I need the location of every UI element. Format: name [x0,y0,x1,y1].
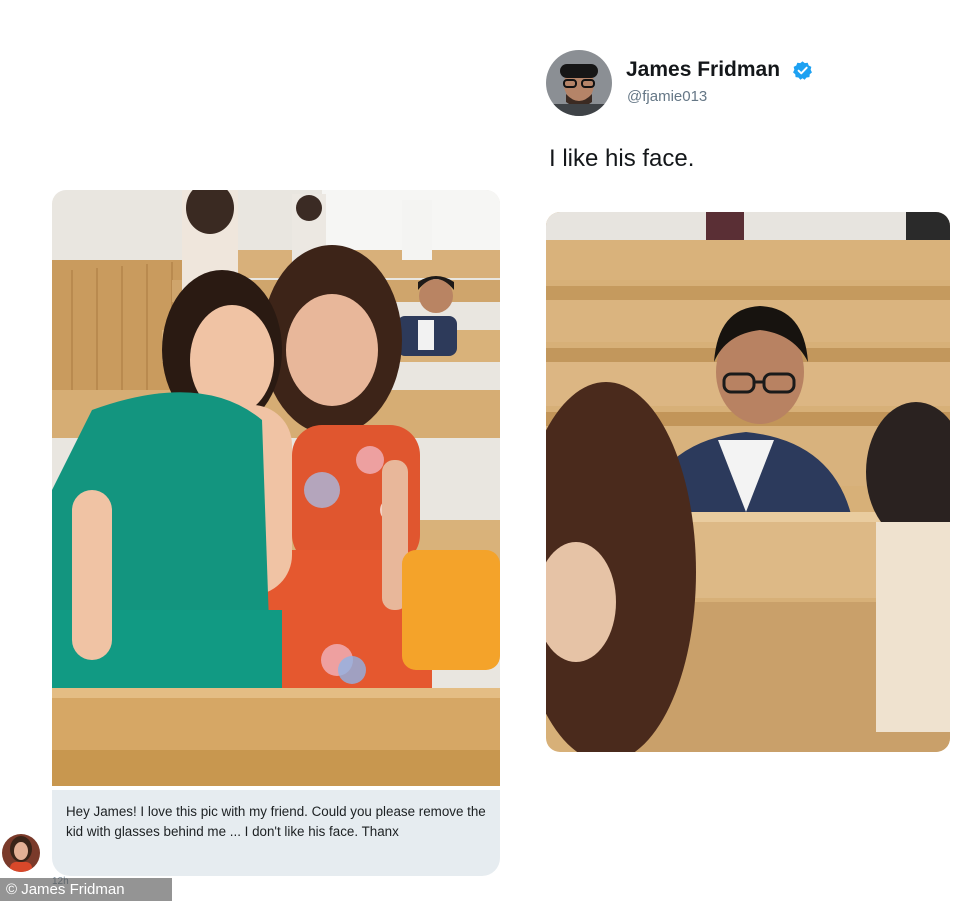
author-avatar[interactable] [546,50,612,116]
message-bubble: Hey James! I love this pic with my frien… [52,790,500,876]
author-handle[interactable]: @fjamie013 [627,88,707,105]
message-text: Hey James! I love this pic with my frien… [66,804,486,839]
tweet-text: I like his face. [549,145,695,172]
watermark: © James Fridman [0,878,172,901]
edited-photo[interactable] [546,212,950,752]
verified-badge-icon [792,60,813,81]
original-photo[interactable] [52,190,500,786]
author-name[interactable]: James Fridman [626,58,780,82]
sender-avatar[interactable] [2,834,40,872]
